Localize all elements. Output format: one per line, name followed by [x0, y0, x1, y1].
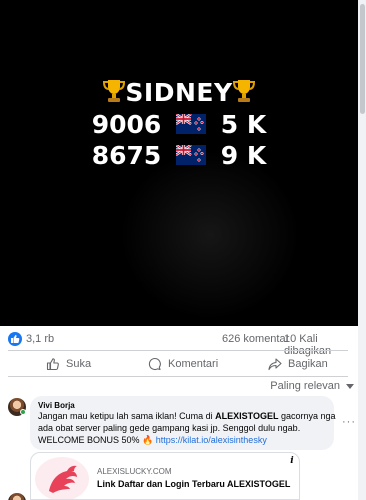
more-options-icon[interactable]: ···: [342, 416, 356, 428]
post-actions: Suka Komentari Bagikan: [0, 352, 358, 376]
result-amount: 5 K: [220, 110, 267, 139]
comment-link[interactable]: https://kilat.io/alexisinthesky: [156, 435, 267, 445]
avatar[interactable]: [8, 493, 26, 500]
result-number: 9006: [91, 110, 162, 139]
scrollbar-thumb[interactable]: [360, 4, 365, 114]
comment-author[interactable]: Vivi Borja: [38, 401, 75, 410]
online-status-dot: [20, 409, 26, 415]
divider: [8, 350, 348, 351]
post-image[interactable]: SIDNEY 9006 5 K 8675 9 K: [0, 0, 358, 326]
trophy-icon: [103, 78, 126, 104]
comment-text: Jangan mau ketipu lah sama iklan! Cuma d…: [38, 410, 336, 446]
like-label: Suka: [66, 358, 92, 370]
share-label: Bagikan: [288, 358, 328, 370]
result-amount: 9 K: [220, 141, 267, 170]
comment-bubble-icon: [148, 357, 161, 371]
trophy-icon: [232, 78, 255, 104]
thumbs-up-icon: [46, 358, 59, 371]
new-zealand-flag-icon: [175, 142, 207, 165]
comment-text-part: Jangan mau ketipu lah sama iklan! Cuma d…: [38, 411, 216, 421]
post-stats: 3,1 rb 626 komentar 10 Kali dibagikan: [0, 326, 358, 357]
sort-label: Paling relevan: [270, 380, 340, 392]
ad-domain: ALEXISLUCKY.COM: [97, 467, 172, 476]
fire-emoji-icon: 🔥: [142, 435, 154, 445]
image-title-line: SIDNEY: [0, 78, 358, 107]
image-result-line-1: 9006 5 K: [0, 110, 358, 139]
share-button[interactable]: Bagikan: [268, 352, 328, 376]
result-number: 8675: [91, 141, 162, 170]
image-title: SIDNEY: [125, 78, 233, 107]
like-button[interactable]: Suka: [46, 352, 91, 376]
new-zealand-flag-icon: [175, 111, 207, 134]
comment-bubble: Vivi Borja Jangan mau ketipu lah sama ik…: [30, 396, 336, 450]
chevron-down-icon: [346, 383, 354, 389]
comment-sort-dropdown[interactable]: Paling relevan: [270, 380, 354, 392]
link-preview-card[interactable]: ALEXISLUCKY.COM Link Daftar dan Login Te…: [30, 452, 300, 500]
comment-count[interactable]: 626 komentar: [222, 333, 289, 345]
comment-button[interactable]: Komentari: [148, 352, 218, 376]
ad-title[interactable]: Link Daftar dan Login Terbaru ALEXISTOGE…: [97, 479, 290, 489]
info-icon[interactable]: i: [286, 455, 298, 467]
like-reaction-icon[interactable]: [8, 332, 22, 346]
reaction-count[interactable]: 3,1 rb: [26, 333, 54, 345]
divider: [8, 376, 348, 377]
share-arrow-icon: [268, 358, 282, 371]
comment-text-bold: ALEXISTOGEL: [215, 411, 279, 421]
comment-label: Komentari: [168, 358, 219, 370]
brand-logo: [35, 457, 89, 499]
image-result-line-2: 8675 9 K: [0, 141, 358, 170]
